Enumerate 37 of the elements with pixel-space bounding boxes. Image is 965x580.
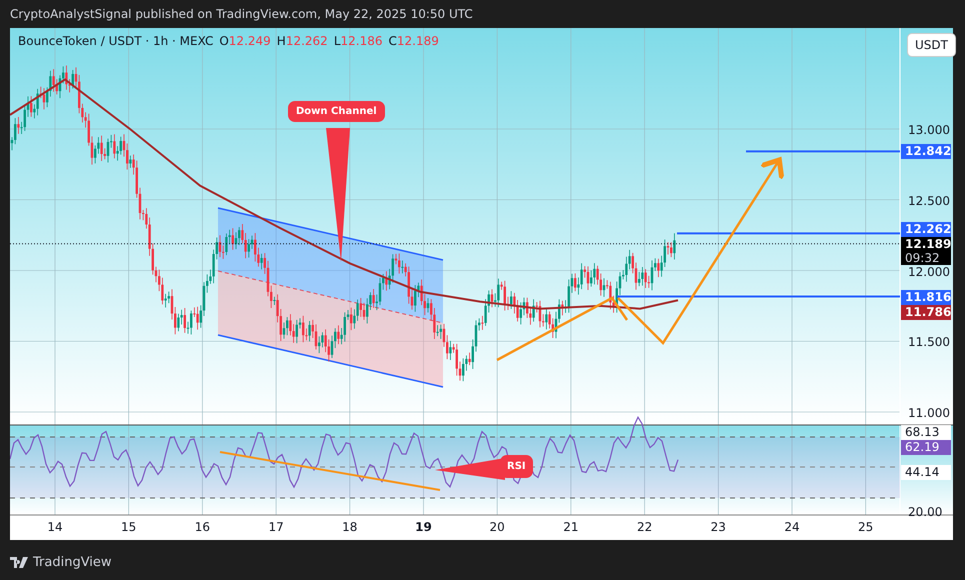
- price-tag: 12.262: [901, 222, 951, 237]
- price-tick: 11.000: [908, 406, 950, 420]
- currency-button[interactable]: USDT: [907, 33, 956, 57]
- date-label: 17: [267, 520, 285, 534]
- brand-name: TradingView: [33, 555, 112, 570]
- date-label: 16: [194, 520, 212, 534]
- date-label: 23: [710, 520, 727, 534]
- date-label: 25: [857, 520, 874, 534]
- publisher-caption: CryptoAnalystSignal published on TradingView.com, May 22, 2025 10:50 UTC: [9, 6, 474, 23]
- rsi-tick: 20.00: [908, 505, 942, 520]
- date-label: 20: [488, 520, 506, 534]
- price-tick: 12.500: [908, 194, 950, 208]
- date-label: 19: [414, 520, 433, 534]
- rsi-callout: RSI: [500, 455, 533, 478]
- date-label: 18: [341, 520, 358, 534]
- ohlc-value: O12.249: [219, 34, 271, 48]
- price-tag: 11.786: [901, 304, 951, 320]
- price-tick: 11.500: [908, 335, 950, 350]
- price-tag: 11.816: [901, 290, 951, 305]
- price-tick: 13.000: [908, 123, 950, 137]
- date-label: 15: [120, 520, 138, 534]
- price-tick: 12.000: [908, 264, 950, 278]
- ohlc-value: L12.186: [334, 34, 383, 48]
- date-label: 22: [636, 520, 654, 534]
- logo-icon: [10, 557, 28, 568]
- ohlc-value: C12.189: [388, 34, 439, 48]
- price-tag: 12.842: [901, 144, 951, 160]
- rsi-tag: 62.19: [901, 440, 951, 455]
- rsi-tag: 68.13: [901, 425, 951, 440]
- ohlc-value: H12.262: [276, 34, 328, 48]
- date-label: 21: [562, 520, 580, 534]
- date-label: 14: [46, 520, 64, 534]
- rsi-tag: 44.14: [901, 465, 951, 480]
- date-label: 24: [783, 520, 801, 534]
- symbol-title: BounceToken / USDT · 1h · MEXC: [18, 34, 214, 48]
- price-tag: 12.189 09:32: [901, 236, 951, 265]
- down-channel-callout: Down Channel: [288, 101, 385, 122]
